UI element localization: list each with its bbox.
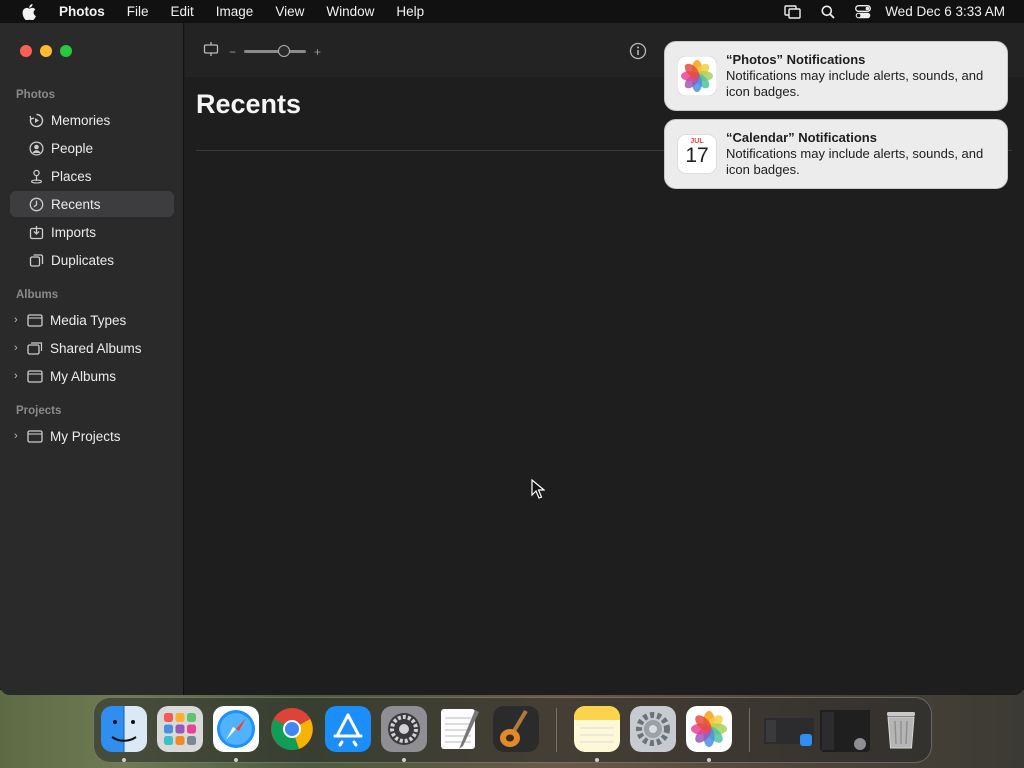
calendar-app-icon: JUL 17 — [677, 134, 717, 174]
zoom-in-button[interactable]: + — [314, 45, 321, 59]
sidebar-item-my-projects[interactable]: › My Projects — [10, 423, 174, 449]
app-store-icon[interactable] — [325, 706, 371, 752]
notification-title: “Photos” Notifications — [726, 52, 866, 67]
sidebar-section-photos: Photos — [16, 89, 55, 101]
running-indicator — [122, 758, 126, 762]
chevron-right-icon[interactable]: › — [14, 370, 24, 382]
notification-text: “Calendar” Notifications Notifications m… — [726, 130, 1007, 178]
chevron-right-icon[interactable]: › — [14, 342, 24, 354]
sidebar-section-albums: Albums — [16, 289, 59, 301]
duplicates-icon — [28, 252, 44, 268]
sidebar-item-label: Media Types — [50, 312, 127, 328]
system-preferences-icon[interactable] — [630, 706, 676, 752]
calendar-day: 17 — [685, 144, 709, 167]
safari-icon[interactable] — [213, 706, 259, 752]
photos-app-icon — [676, 55, 718, 97]
finder-icon[interactable] — [101, 706, 147, 752]
sidebar-item-label: Duplicates — [51, 252, 115, 268]
notification-title: “Calendar” Notifications — [726, 130, 877, 145]
dock-separator — [749, 708, 750, 752]
sidebar-item-label: People — [51, 140, 94, 156]
sidebar-item-shared-albums[interactable]: › Shared Albums — [10, 335, 174, 361]
menu-bar: Photos File Edit Image View Window Help … — [0, 0, 1024, 23]
close-window-button[interactable] — [20, 45, 32, 57]
folder-icon — [27, 312, 43, 328]
sidebar-item-media-types[interactable]: › Media Types — [10, 307, 174, 333]
folder-icon — [27, 368, 43, 384]
sidebar-item-memories[interactable]: Memories — [10, 107, 174, 133]
zoom-control: − + — [203, 41, 321, 62]
recents-icon — [28, 196, 44, 212]
imports-icon — [28, 224, 44, 240]
sidebar-item-label: Imports — [51, 224, 97, 240]
menu-help[interactable]: Help — [396, 4, 424, 19]
running-indicator — [707, 758, 711, 762]
mouse-cursor — [531, 478, 546, 504]
search-icon[interactable] — [821, 5, 835, 19]
sidebar-item-imports[interactable]: Imports — [10, 219, 174, 245]
info-icon[interactable] — [629, 42, 647, 60]
sidebar-item-people[interactable]: People — [10, 135, 174, 161]
notes-icon[interactable] — [574, 706, 620, 752]
sidebar: Photos Memories People Places Recents Im… — [0, 23, 184, 695]
apple-menu-icon[interactable] — [19, 3, 39, 20]
launchpad-icon[interactable] — [157, 706, 203, 752]
folder-icon — [27, 428, 43, 444]
menu-image[interactable]: Image — [216, 4, 254, 19]
system-settings-icon[interactable] — [381, 706, 427, 752]
sidebar-item-my-albums[interactable]: › My Albums — [10, 363, 174, 389]
zoom-slider-knob[interactable] — [278, 45, 291, 57]
running-indicator — [402, 758, 406, 762]
chevron-right-icon[interactable]: › — [14, 430, 24, 442]
garageband-icon[interactable] — [493, 706, 539, 752]
menu-file[interactable]: File — [127, 4, 149, 19]
minimized-window-thumbnail[interactable] — [764, 706, 814, 752]
sidebar-item-label: Memories — [51, 112, 111, 128]
window-controls — [20, 45, 80, 57]
dock — [93, 697, 932, 763]
photos-icon[interactable] — [686, 706, 732, 752]
people-icon — [28, 140, 44, 156]
running-indicator — [234, 758, 238, 762]
notification-calendar[interactable]: JUL 17 “Calendar” Notifications Notifica… — [664, 119, 1008, 189]
sidebar-item-label: Shared Albums — [50, 340, 142, 356]
textedit-icon[interactable] — [437, 706, 483, 752]
zoom-window-button[interactable] — [60, 45, 72, 57]
sidebar-item-duplicates[interactable]: Duplicates — [10, 247, 174, 273]
slideshow-icon[interactable] — [203, 41, 219, 62]
sidebar-item-recents[interactable]: Recents — [10, 191, 174, 217]
sidebar-item-label: Places — [51, 168, 92, 184]
menu-view[interactable]: View — [275, 4, 304, 19]
dock-separator — [556, 708, 557, 752]
notification-body: Notifications may include alerts, sounds… — [726, 146, 984, 177]
menu-bar-clock[interactable]: Wed Dec 6 3:33 AM — [885, 4, 1005, 19]
sidebar-item-label: My Albums — [50, 368, 117, 384]
notification-photos[interactable]: “Photos” Notifications Notifications may… — [664, 41, 1008, 111]
notification-body: Notifications may include alerts, sounds… — [726, 68, 984, 99]
zoom-slider[interactable] — [244, 45, 307, 57]
trash-icon[interactable] — [878, 706, 924, 752]
sidebar-item-label: Recents — [51, 196, 101, 212]
memories-icon — [28, 112, 44, 128]
menu-app-name[interactable]: Photos — [59, 4, 105, 19]
minimize-window-button[interactable] — [40, 45, 52, 57]
page-title: Recents — [196, 89, 302, 119]
chevron-right-icon[interactable]: › — [14, 314, 24, 326]
control-center-icon[interactable] — [855, 4, 872, 19]
sidebar-item-places[interactable]: Places — [10, 163, 174, 189]
sidebar-section-projects: Projects — [16, 405, 62, 417]
menu-edit[interactable]: Edit — [171, 4, 194, 19]
zoom-out-button[interactable]: − — [229, 45, 236, 59]
notification-text: “Photos” Notifications Notifications may… — [726, 52, 1007, 100]
menu-window[interactable]: Window — [326, 4, 374, 19]
chrome-icon[interactable] — [269, 706, 315, 752]
minimized-window-thumbnail[interactable] — [820, 706, 870, 752]
shared-albums-icon — [27, 340, 43, 356]
running-indicator — [595, 758, 599, 762]
places-icon — [28, 168, 44, 184]
screen-mirroring-icon[interactable] — [784, 4, 801, 19]
sidebar-item-label: My Projects — [50, 428, 121, 444]
